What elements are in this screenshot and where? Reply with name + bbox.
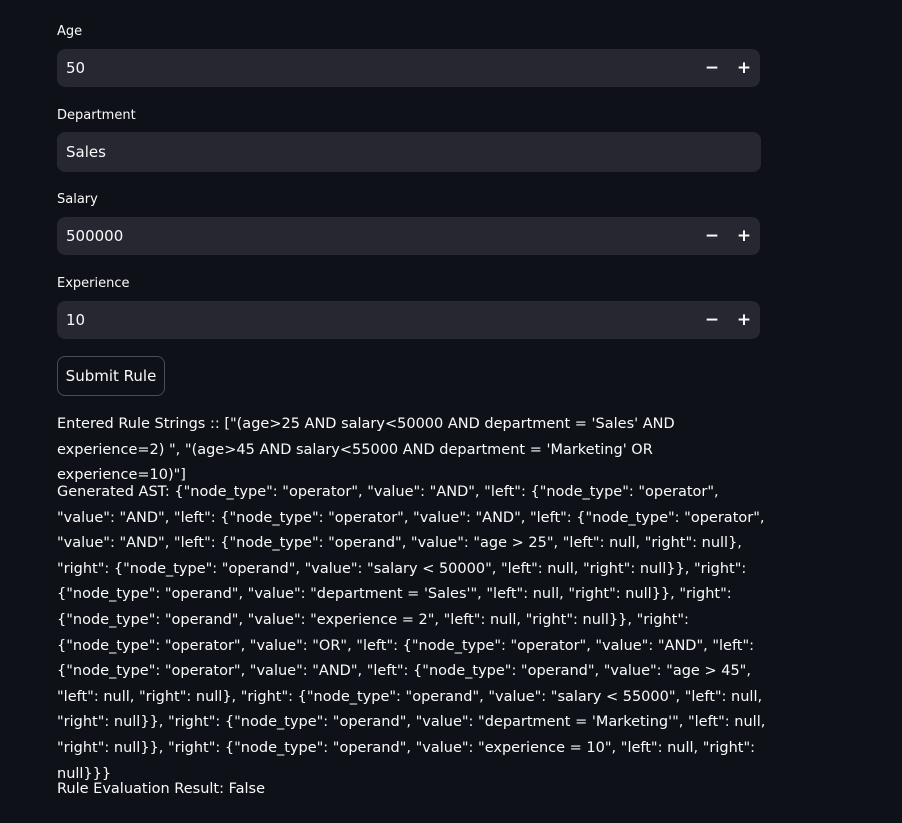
age-increment-button[interactable]: +	[728, 49, 760, 87]
experience-value[interactable]: 10	[66, 301, 85, 339]
age-decrement-button[interactable]: −	[696, 49, 728, 87]
salary-value[interactable]: 500000	[66, 217, 123, 255]
department-text-input[interactable]: Sales	[57, 132, 761, 172]
rule-evaluation-result-text: Rule Evaluation Result: False	[57, 781, 265, 797]
age-value[interactable]: 50	[66, 49, 85, 87]
experience-number-input[interactable]: 10 − +	[57, 301, 760, 339]
experience-increment-button[interactable]: +	[728, 301, 760, 339]
department-label: Department	[57, 108, 136, 123]
submit-rule-button[interactable]: Submit Rule	[57, 356, 165, 396]
salary-decrement-button[interactable]: −	[696, 217, 728, 255]
salary-increment-button[interactable]: +	[728, 217, 760, 255]
department-value[interactable]: Sales	[66, 132, 106, 172]
age-number-input[interactable]: 50 − +	[57, 49, 760, 87]
age-label: Age	[57, 24, 83, 39]
rule-engine-page: Age 50 − + Department Sales Salary 50000…	[0, 0, 902, 823]
experience-label: Experience	[57, 276, 130, 291]
generated-ast-text: Generated AST: {"node_type": "operator",…	[57, 484, 766, 782]
experience-decrement-button[interactable]: −	[696, 301, 728, 339]
entered-rule-strings-text: Entered Rule Strings :: ["(age>25 AND sa…	[57, 416, 675, 484]
salary-number-input[interactable]: 500000 − +	[57, 217, 760, 255]
salary-label: Salary	[57, 192, 98, 207]
